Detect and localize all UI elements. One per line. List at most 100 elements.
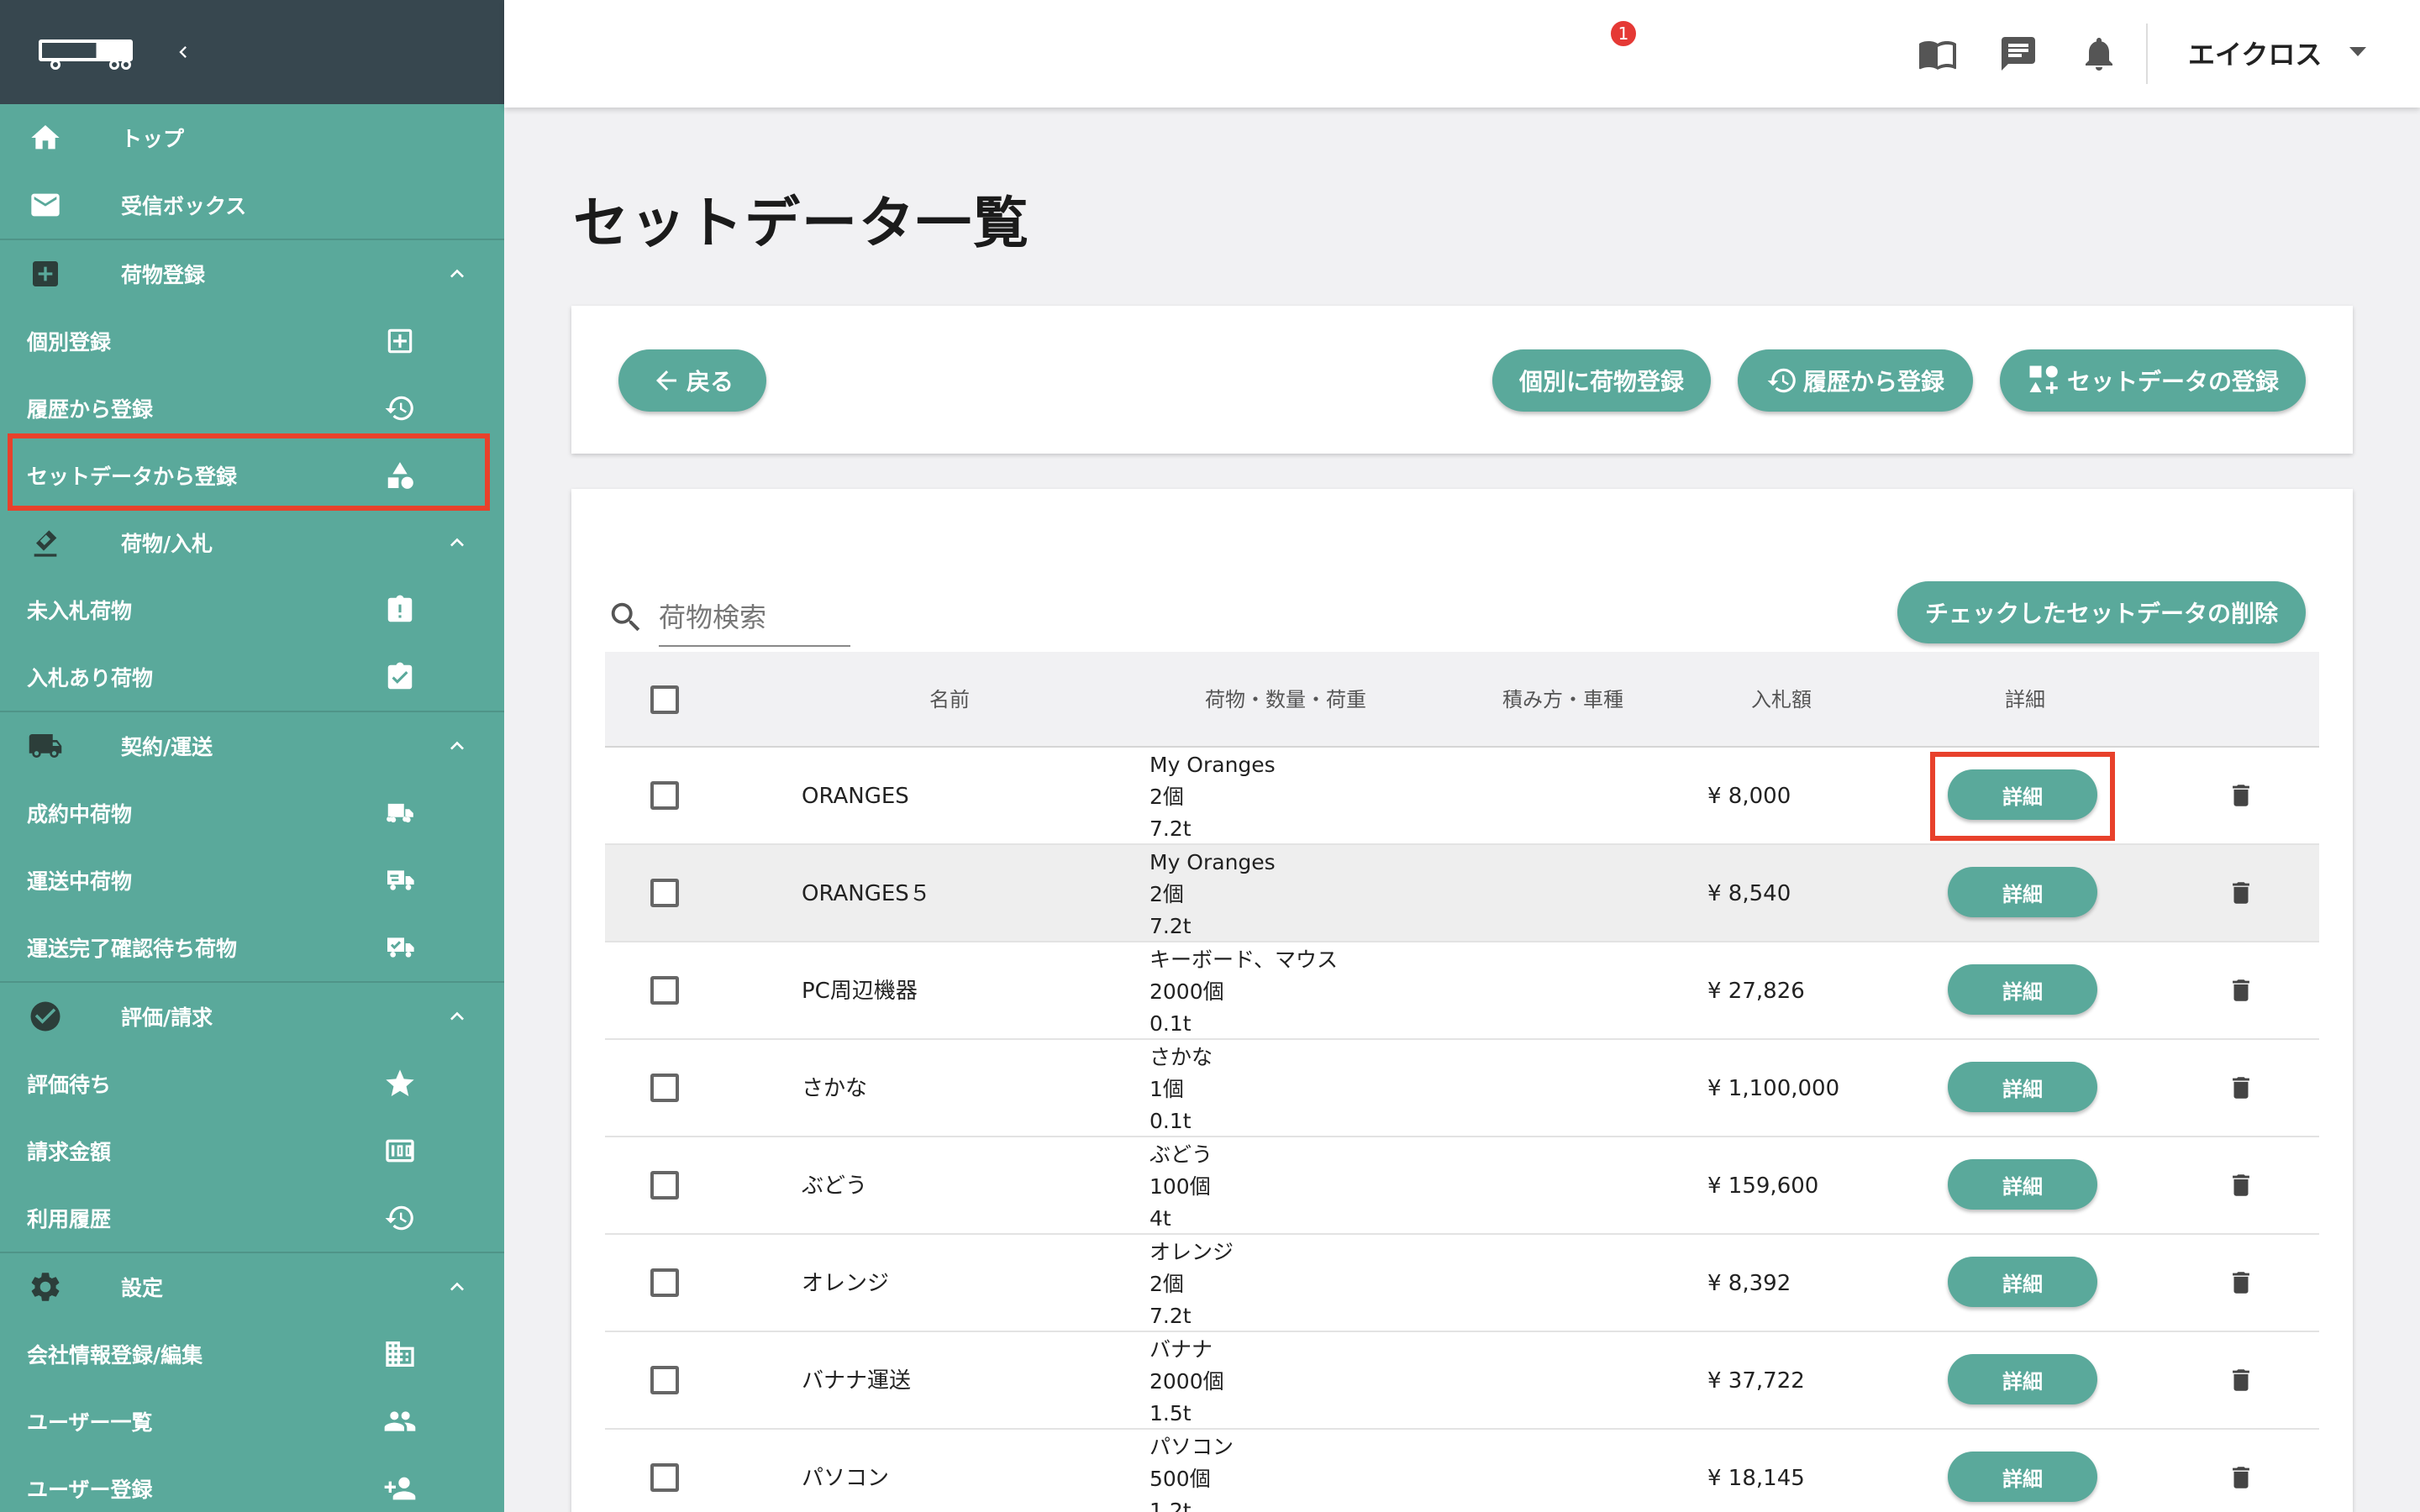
sidebar-section-cargo-bid[interactable]: 荷物/入札 (0, 509, 504, 576)
detail-button[interactable]: 詳細 (1948, 1452, 2097, 1502)
user-menu-name[interactable]: エイクロス (2188, 34, 2322, 72)
register-set-data-label: セットデータの登録 (2066, 368, 2279, 396)
table-row: PC周辺機器 キーボード、マウス 2000個 0.1t ¥ 27,826 詳細 (605, 942, 2319, 1040)
cargo-weight: 7.2t (1150, 1304, 1192, 1328)
trash-icon[interactable] (2227, 976, 2255, 1005)
register-from-history-label: 履歴から登録 (1802, 368, 1944, 396)
counter-icon (383, 1134, 417, 1168)
detail-button[interactable]: 詳細 (1948, 1062, 2097, 1112)
sidebar-item-company-info[interactable]: 会社情報登録/編集 (0, 1320, 504, 1388)
chat-icon[interactable] (1998, 34, 2039, 74)
sidebar-item-user-register[interactable]: ユーザー登録 (0, 1455, 504, 1512)
sidebar-item-contracted-cargo[interactable]: 成約中荷物 (0, 780, 504, 847)
plus-square-icon (383, 324, 417, 358)
shapes-plus-icon (2029, 365, 2058, 394)
sidebar-item-awaiting-evaluation[interactable]: 評価待ち (0, 1050, 504, 1117)
chevron-up-icon[interactable] (444, 260, 471, 287)
trash-icon[interactable] (2227, 1171, 2255, 1200)
row-price: ¥ 37,722 (1707, 1368, 1805, 1394)
bell-icon[interactable] (2079, 34, 2119, 74)
sidebar-item-history-register[interactable]: 履歴から登録 (0, 375, 504, 442)
register-set-data-button[interactable]: セットデータの登録 (2000, 349, 2306, 412)
row-price: ¥ 27,826 (1707, 979, 1805, 1004)
shapes-icon (383, 459, 417, 492)
search-input[interactable] (659, 590, 850, 647)
delete-checked-button[interactable]: チェックしたセットデータの削除 (1897, 581, 2306, 643)
detail-button[interactable]: 詳細 (1948, 1354, 2097, 1404)
trash-icon[interactable] (2227, 1366, 2255, 1394)
sidebar-item-billing-amount[interactable]: 請求金額 (0, 1117, 504, 1184)
sidebar-item-user-list[interactable]: ユーザー一覧 (0, 1388, 504, 1455)
sidebar-item-awaiting-completion-cargo[interactable]: 運送完了確認待ち荷物 (0, 914, 504, 981)
truck-logo[interactable] (39, 36, 136, 70)
plus-box-icon (27, 255, 64, 292)
sidebar-item-label: 設定 (121, 1276, 164, 1300)
row-checkbox[interactable] (650, 879, 679, 907)
sidebar-item-label: ユーザー登録 (27, 1478, 153, 1502)
book-icon[interactable] (1918, 34, 1958, 74)
sidebar-item-label: 履歴から登録 (27, 397, 154, 422)
row-checkbox[interactable] (650, 1366, 679, 1394)
sidebar-item-usage-history[interactable]: 利用履歴 (0, 1184, 504, 1252)
action-card: 戻る 個別に荷物登録 履歴から登録 セットデータの登録 (571, 306, 2353, 454)
detail-button[interactable]: 詳細 (1948, 1159, 2097, 1210)
sidebar-item-individual-register[interactable]: 個別登録 (0, 307, 504, 375)
sidebar-section-cargo-register[interactable]: 荷物登録 (0, 240, 504, 307)
detail-button[interactable]: 詳細 (1948, 964, 2097, 1015)
star-icon (383, 1067, 417, 1100)
cargo-name: パソコン (1150, 1435, 1234, 1459)
history-icon (383, 1201, 417, 1235)
sidebar-item-inbox[interactable]: 受信ボックス (0, 171, 504, 239)
register-from-history-button[interactable]: 履歴から登録 (1738, 349, 1973, 412)
detail-button[interactable]: 詳細 (1948, 867, 2097, 917)
trash-icon[interactable] (2227, 1074, 2255, 1102)
sidebar-item-label: 請求金額 (27, 1140, 112, 1164)
sidebar-section-contract[interactable]: 契約/運送 (0, 712, 504, 780)
row-checkbox[interactable] (650, 781, 679, 810)
row-name: ぶどう (802, 1173, 868, 1199)
sidebar-item-in-transit-cargo[interactable]: 運送中荷物 (0, 847, 504, 914)
row-price: ¥ 8,000 (1707, 784, 1791, 809)
back-button[interactable]: 戻る (618, 349, 766, 412)
row-cargo: My Oranges 2個 7.2t (1150, 749, 1276, 845)
sidebar-section-settings[interactable]: 設定 (0, 1253, 504, 1320)
trash-icon[interactable] (2227, 781, 2255, 810)
sidebar-section-evaluation[interactable]: 評価/請求 (0, 983, 504, 1050)
row-checkbox[interactable] (650, 1463, 679, 1492)
sidebar-item-label: 荷物登録 (121, 263, 206, 287)
row-checkbox[interactable] (650, 976, 679, 1005)
sidebar-item-set-data-register[interactable]: セットデータから登録 (0, 442, 504, 509)
gear-icon (27, 1268, 64, 1305)
trash-icon[interactable] (2227, 1268, 2255, 1297)
trash-icon[interactable] (2227, 1463, 2255, 1492)
select-all-checkbox[interactable] (650, 685, 679, 714)
sidebar-item-top[interactable]: トップ (0, 104, 504, 171)
row-checkbox[interactable] (650, 1268, 679, 1297)
sidebar-item-unbid-cargo[interactable]: 未入札荷物 (0, 576, 504, 643)
row-checkbox[interactable] (650, 1074, 679, 1102)
cargo-qty: 2個 (1150, 785, 1184, 809)
chevron-left-icon[interactable] (171, 40, 195, 64)
chevron-up-icon[interactable] (444, 529, 471, 556)
sidebar-item-bid-cargo[interactable]: 入札あり荷物 (0, 643, 504, 711)
chevron-up-icon[interactable] (444, 1003, 471, 1030)
trash-icon[interactable] (2227, 879, 2255, 907)
chevron-up-icon[interactable] (444, 1273, 471, 1300)
cargo-qty: 1個 (1150, 1077, 1184, 1101)
row-cargo: さかな 1個 0.1t (1150, 1042, 1213, 1137)
sidebar-item-label: セットデータから登録 (27, 465, 238, 489)
table-row: バナナ運送 バナナ 2000個 1.5t ¥ 37,722 詳細 (605, 1332, 2319, 1430)
caret-down-icon[interactable] (2349, 47, 2366, 56)
chevron-up-icon[interactable] (444, 732, 471, 759)
cargo-weight: 0.1t (1150, 1109, 1192, 1133)
header-name[interactable]: 名前 (874, 652, 1025, 748)
row-name: パソコン (802, 1466, 890, 1491)
detail-button[interactable]: 詳細 (1948, 1257, 2097, 1307)
top-bar (504, 0, 2420, 108)
cargo-weight: 1.5t (1150, 1401, 1192, 1425)
row-cargo: ぶどう 100個 4t (1150, 1139, 1213, 1235)
row-checkbox[interactable] (650, 1171, 679, 1200)
register-individual-button[interactable]: 個別に荷物登録 (1492, 349, 1711, 412)
detail-button[interactable]: 詳細 (1948, 769, 2097, 820)
header-loading: 積み方・車種 (1502, 688, 1623, 711)
